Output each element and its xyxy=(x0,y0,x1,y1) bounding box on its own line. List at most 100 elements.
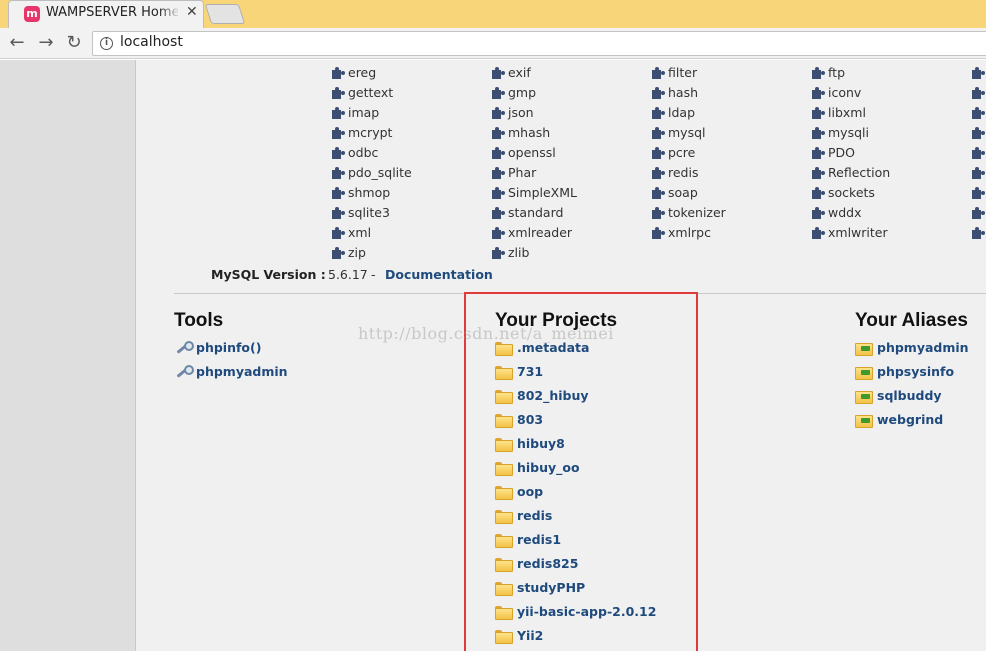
puzzle-piece-icon xyxy=(811,127,824,140)
puzzle-piece-icon xyxy=(651,107,664,120)
extension-name: xmlwriter xyxy=(828,225,888,240)
page-content: ereg exif filter ftp gettext gmp hash iconv imap… xyxy=(0,60,986,651)
extension-name: mcrypt xyxy=(348,125,393,140)
puzzle-piece-icon xyxy=(491,87,504,100)
extension-name: gettext xyxy=(348,85,394,100)
mysql-version-value: 5.6.17 xyxy=(328,267,368,282)
extension-name: sqlite3 xyxy=(348,205,390,220)
extension-name: Phar xyxy=(508,165,537,180)
folder-arrow-icon xyxy=(855,414,873,428)
wrench-icon xyxy=(174,364,194,380)
tab-strip: m WAMPSERVER Homepage ✕ xyxy=(0,0,986,28)
puzzle-piece-icon xyxy=(491,107,504,120)
extension-name: xmlreader xyxy=(508,225,573,240)
puzzle-piece-icon xyxy=(331,67,344,80)
new-tab-button[interactable] xyxy=(204,4,246,24)
extension-name: pdo_sqlite xyxy=(348,165,412,180)
close-tab-icon[interactable]: ✕ xyxy=(186,4,198,20)
puzzle-piece-icon xyxy=(331,167,344,180)
address-bar[interactable]: i localhost xyxy=(92,31,986,56)
puzzle-piece-icon xyxy=(811,167,824,180)
extension-name: openssl xyxy=(508,145,556,160)
tool-link-label[interactable]: phpinfo() xyxy=(196,340,261,355)
puzzle-piece-icon xyxy=(651,127,664,140)
extension-name: PDO xyxy=(828,145,856,160)
puzzle-piece-icon xyxy=(811,107,824,120)
extension-name: Reflection xyxy=(828,165,891,180)
mysql-documentation-link[interactable]: Documentation xyxy=(385,267,493,282)
extension-name: ereg xyxy=(348,65,377,80)
extension-name: imap xyxy=(348,105,380,120)
extension-name: shmop xyxy=(348,185,391,200)
puzzle-piece-icon xyxy=(971,207,984,220)
url-text[interactable]: localhost xyxy=(120,34,183,50)
extension-name: zip xyxy=(348,245,366,260)
puzzle-piece-icon xyxy=(491,127,504,140)
puzzle-piece-icon xyxy=(491,227,504,240)
site-info-icon[interactable]: i xyxy=(100,37,113,50)
puzzle-piece-icon xyxy=(811,87,824,100)
puzzle-piece-icon xyxy=(811,227,824,240)
puzzle-piece-icon xyxy=(971,227,984,240)
extension-name: redis xyxy=(668,165,699,180)
extension-name: json xyxy=(508,105,534,120)
puzzle-piece-icon xyxy=(971,107,984,120)
puzzle-piece-icon xyxy=(331,187,344,200)
alias-link-label[interactable]: phpsysinfo xyxy=(877,364,954,379)
extension-name: mysqli xyxy=(828,125,869,140)
forward-button[interactable]: → xyxy=(34,32,58,54)
extension-name: soap xyxy=(668,185,698,200)
alias-link-label[interactable]: phpmyadmin xyxy=(877,340,969,355)
tool-link-label[interactable]: phpmyadmin xyxy=(196,364,288,379)
wamp-favicon-icon: m xyxy=(24,6,40,22)
watermark-text: http://blog.csdn.net/a_meimei xyxy=(358,324,614,343)
mysql-separator: - xyxy=(371,267,376,282)
puzzle-piece-icon xyxy=(971,167,984,180)
puzzle-piece-icon xyxy=(651,207,664,220)
puzzle-piece-icon xyxy=(651,167,664,180)
folder-arrow-icon xyxy=(855,366,873,380)
puzzle-piece-icon xyxy=(491,187,504,200)
alias-link-label[interactable]: webgrind xyxy=(877,412,943,427)
puzzle-piece-icon xyxy=(811,67,824,80)
puzzle-piece-icon xyxy=(331,147,344,160)
alias-link-label[interactable]: sqlbuddy xyxy=(877,388,942,403)
puzzle-piece-icon xyxy=(491,67,504,80)
puzzle-piece-icon xyxy=(651,67,664,80)
extension-name: mhash xyxy=(508,125,551,140)
puzzle-piece-icon xyxy=(331,127,344,140)
puzzle-piece-icon xyxy=(811,207,824,220)
extension-name: tokenizer xyxy=(668,205,726,220)
extension-name: SimpleXML xyxy=(508,185,577,200)
extension-name: hash xyxy=(668,85,699,100)
puzzle-piece-icon xyxy=(651,87,664,100)
reload-button[interactable]: ↻ xyxy=(62,32,86,54)
wrench-icon xyxy=(174,340,194,356)
puzzle-piece-icon xyxy=(331,207,344,220)
extension-name: exif xyxy=(508,65,531,80)
puzzle-piece-icon xyxy=(331,247,344,260)
left-gutter xyxy=(0,60,136,651)
puzzle-piece-icon xyxy=(331,227,344,240)
puzzle-piece-icon xyxy=(331,107,344,120)
extension-name: filter xyxy=(668,65,698,80)
extension-name: sockets xyxy=(828,185,875,200)
back-button[interactable]: ← xyxy=(5,32,29,54)
puzzle-piece-icon xyxy=(491,207,504,220)
extension-name: ldap xyxy=(668,105,696,120)
mysql-version-label: MySQL Version : xyxy=(211,267,326,282)
extension-name: odbc xyxy=(348,145,379,160)
extension-name: xmlrpc xyxy=(668,225,711,240)
puzzle-piece-icon xyxy=(971,67,984,80)
puzzle-piece-icon xyxy=(331,87,344,100)
puzzle-piece-icon xyxy=(971,127,984,140)
extension-name: ftp xyxy=(828,65,846,80)
folder-arrow-icon xyxy=(855,342,873,356)
browser-tab[interactable]: m WAMPSERVER Homepage ✕ xyxy=(8,0,204,28)
extension-name: standard xyxy=(508,205,564,220)
extension-name: xml xyxy=(348,225,372,240)
extension-name: mysql xyxy=(668,125,706,140)
aliases-title: Your Aliases xyxy=(855,310,968,331)
puzzle-piece-icon xyxy=(971,147,984,160)
puzzle-piece-icon xyxy=(971,87,984,100)
